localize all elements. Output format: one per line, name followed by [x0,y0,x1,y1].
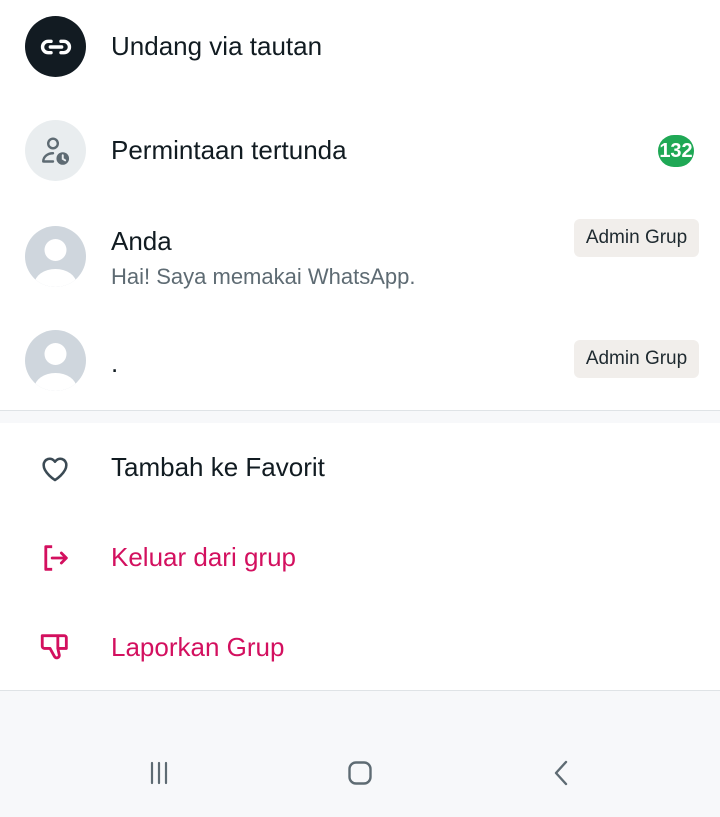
report-group-label: Laporkan Grup [111,632,285,662]
person-clock-icon [41,136,69,165]
participant-row[interactable]: Anda Hai! Saya memakai WhatsApp. Admin G… [0,206,720,306]
system-navigation-bar [0,690,720,817]
logout-icon [44,545,68,571]
back-icon [554,760,568,786]
pending-count-badge: 132 [658,135,694,167]
back-button[interactable] [542,753,582,793]
default-person-icon [34,239,77,287]
recents-button[interactable] [139,753,179,793]
participant-status: Hai! Saya memakai WhatsApp. [111,264,416,289]
add-to-favorites-label: Tambah ke Favorit [111,452,325,482]
invite-link-label: Undang via tautan [111,31,323,61]
home-button[interactable] [340,753,380,793]
exit-group-button[interactable]: Keluar dari grup [0,514,720,602]
pending-requests-label: Permintaan tertunda [111,135,347,165]
participant-name: . [111,348,119,378]
admin-badge: Admin Grup [574,340,699,378]
recents-icon [150,761,168,785]
thumbs-down-icon [40,634,68,660]
admin-badge: Admin Grup [574,219,699,257]
invite-link-avatar [25,16,86,77]
participant-row[interactable]: . Admin Grup [0,310,720,408]
avatar [25,330,86,391]
invite-via-link-row[interactable]: Undang via tautan [0,0,720,98]
report-group-button[interactable]: Laporkan Grup [0,604,720,690]
pending-requests-row[interactable]: Permintaan tertunda 132 [0,104,720,200]
default-person-icon [34,343,77,391]
home-icon [348,761,372,785]
pending-requests-avatar [25,120,86,181]
link-icon [40,39,71,54]
exit-group-label: Keluar dari grup [111,542,296,572]
avatar [25,226,86,287]
heart-outline-icon [42,457,68,482]
section-divider [0,410,720,423]
participant-name: Anda [111,226,172,256]
add-to-favorites-button[interactable]: Tambah ke Favorit [0,424,720,512]
